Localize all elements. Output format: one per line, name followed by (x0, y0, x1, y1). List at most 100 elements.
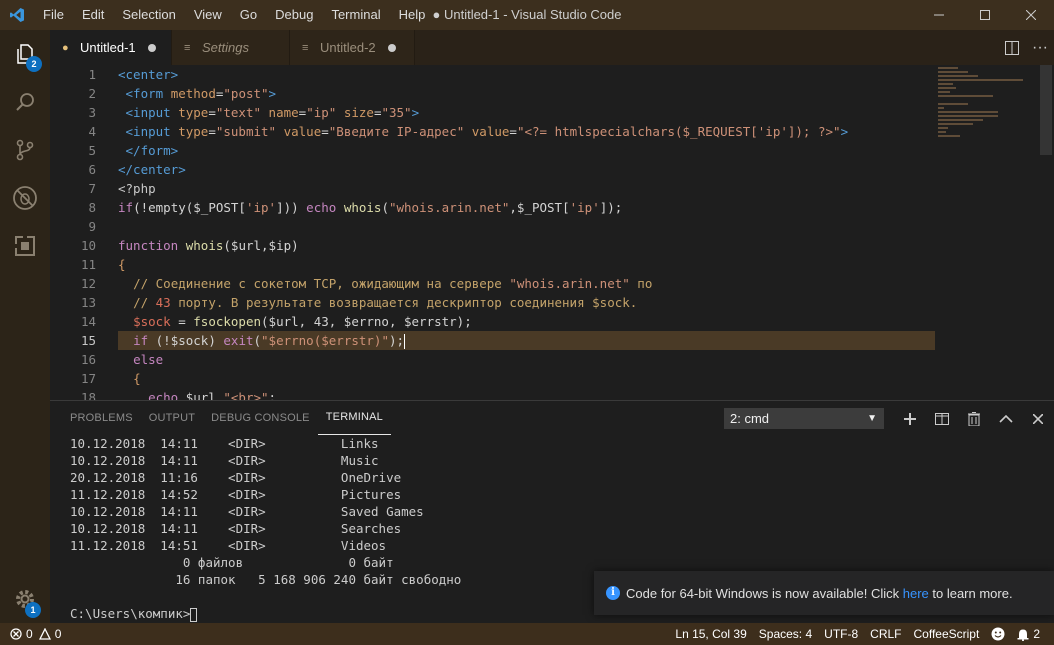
minimap[interactable] (934, 65, 1054, 400)
tab-untitled-2[interactable]: ≡ Untitled-2 (290, 30, 415, 65)
line-number: 7 (88, 181, 96, 196)
menu-edit[interactable]: Edit (73, 0, 113, 30)
line-number: 13 (80, 295, 96, 310)
menu-bar: File Edit Selection View Go Debug Termin… (34, 0, 434, 30)
terminal-line: 20.12.2018 11:16 <DIR> OneDrive (70, 470, 402, 485)
terminal-cursor (190, 607, 198, 622)
title-bar: File Edit Selection View Go Debug Termin… (0, 0, 1054, 30)
tab-debug-console[interactable]: DEBUG CONSOLE (203, 401, 318, 436)
tab-settings[interactable]: ≡ Settings (172, 30, 290, 65)
tab-output[interactable]: OUTPUT (141, 401, 203, 436)
terminal-selector-value: 2: cmd (730, 411, 770, 426)
text-cursor (404, 334, 406, 349)
php-file-icon: ● (62, 41, 69, 54)
code-line: else (133, 352, 164, 367)
smiley-feedback-icon[interactable] (985, 627, 1011, 641)
explorer-button[interactable]: 2 (0, 30, 50, 78)
language-mode[interactable]: CoffeeScript (908, 623, 986, 645)
window-controls (916, 0, 1054, 30)
line-number: 10 (80, 238, 96, 253)
notification-count: 2 (1033, 627, 1040, 641)
line-number: 1 (88, 67, 96, 82)
menu-terminal[interactable]: Terminal (322, 0, 389, 30)
unsaved-dot-icon[interactable] (147, 43, 156, 52)
vscode-logo-icon (0, 0, 34, 30)
menu-debug[interactable]: Debug (266, 0, 322, 30)
close-icon[interactable] (1022, 401, 1054, 436)
terminal-line: 10.12.2018 14:11 <DIR> Music (70, 453, 379, 468)
terminal-prompt: C:\Users\компик> (70, 606, 191, 621)
chevron-down-icon: ▼ (867, 413, 877, 424)
warning-icon (38, 628, 51, 640)
cursor-position[interactable]: Ln 15, Col 39 (669, 623, 752, 645)
update-notification: i Code for 64-bit Windows is now availab… (594, 571, 1054, 615)
tab-untitled-1[interactable]: ● Untitled-1 (50, 30, 172, 65)
indentation[interactable]: Spaces: 4 (753, 623, 818, 645)
code-line: <?php (118, 181, 156, 196)
new-terminal-icon[interactable] (894, 401, 926, 436)
menu-view[interactable]: View (185, 0, 231, 30)
terminal-selector[interactable]: 2: cmd ▼ (724, 408, 884, 429)
trash-icon[interactable] (958, 401, 990, 436)
warning-count: 0 (54, 627, 62, 641)
menu-go[interactable]: Go (231, 0, 266, 30)
text-file-icon: ≡ (302, 41, 309, 54)
bell-icon (1017, 629, 1029, 641)
code-line: </center> (118, 162, 186, 177)
line-number: 2 (88, 86, 96, 101)
more-actions-icon[interactable]: ··· (1026, 30, 1054, 65)
settings-badge: 1 (25, 602, 41, 618)
extensions-button[interactable] (0, 222, 50, 270)
split-editor-icon[interactable] (998, 30, 1026, 65)
terminal-line: 10.12.2018 14:11 <DIR> Searches (70, 521, 402, 536)
terminal-line: 11.12.2018 14:51 <DIR> Videos (70, 538, 387, 553)
notification-link[interactable]: here (903, 586, 929, 601)
problems-status[interactable]: 0 0 (0, 627, 61, 641)
menu-help[interactable]: Help (390, 0, 435, 30)
menu-selection[interactable]: Selection (113, 0, 184, 30)
menu-file[interactable]: File (34, 0, 73, 30)
line-number: 16 (80, 352, 96, 367)
line-number: 3 (88, 105, 96, 120)
line-number: 12 (80, 276, 96, 291)
line-number: 8 (88, 200, 96, 215)
source-control-icon (16, 139, 34, 161)
tab-terminal[interactable]: TERMINAL (317, 401, 391, 435)
terminal-line: 11.12.2018 14:52 <DIR> Pictures (70, 487, 402, 502)
code-line: { (118, 257, 126, 272)
line-number: 11 (80, 257, 96, 272)
code-content[interactable]: <center> <form method="post"> <input typ… (118, 65, 938, 400)
code-line-current: if (!$sock) exit("$errno($errstr)"); (118, 331, 935, 350)
unsaved-dot-icon[interactable] (387, 43, 396, 52)
notifications-button[interactable]: 2 (1011, 623, 1046, 645)
split-terminal-icon[interactable] (926, 401, 958, 436)
manage-button[interactable]: 1 (0, 575, 50, 623)
encoding[interactable]: UTF-8 (818, 623, 864, 645)
status-right: Ln 15, Col 39 Spaces: 4 UTF-8 CRLF Coffe… (669, 623, 1046, 645)
code-line: if(!empty($_POST['ip'])) echo whois("who… (118, 200, 623, 215)
chevron-up-icon[interactable] (990, 401, 1022, 436)
search-icon (16, 93, 34, 111)
maximize-button[interactable] (962, 0, 1008, 30)
line-number: 9 (88, 219, 96, 234)
terminal-line: 10.12.2018 14:11 <DIR> Saved Games (70, 504, 424, 519)
tab-problems[interactable]: PROBLEMS (62, 401, 141, 436)
search-button[interactable] (0, 78, 50, 126)
close-button[interactable] (1008, 0, 1054, 30)
debug-button[interactable] (0, 174, 50, 222)
code-line: <center> (118, 67, 179, 82)
source-control-button[interactable] (0, 126, 50, 174)
line-number-current: 15 (80, 333, 96, 348)
code-line: <input type="text" name="ip" size="35"> (125, 105, 420, 120)
info-icon: i (606, 586, 620, 600)
code-line: <form method="post"> (125, 86, 277, 101)
code-line: echo $url."<br>"; (148, 390, 277, 400)
code-line: $sock = fsockopen($url, 43, $errno, $err… (133, 314, 472, 329)
editor-scrollbar[interactable] (1040, 65, 1052, 155)
code-line: // Соединение с сокетом TCP, ожидающим н… (133, 276, 653, 291)
code-editor[interactable]: 1 2 3 4 5 6 7 8 9 10 11 12 13 14 15 16 1… (50, 65, 1054, 400)
line-ending[interactable]: CRLF (864, 623, 907, 645)
code-line: // 43 порту. В результате возвращается д… (133, 295, 638, 310)
minimize-button[interactable] (916, 0, 962, 30)
